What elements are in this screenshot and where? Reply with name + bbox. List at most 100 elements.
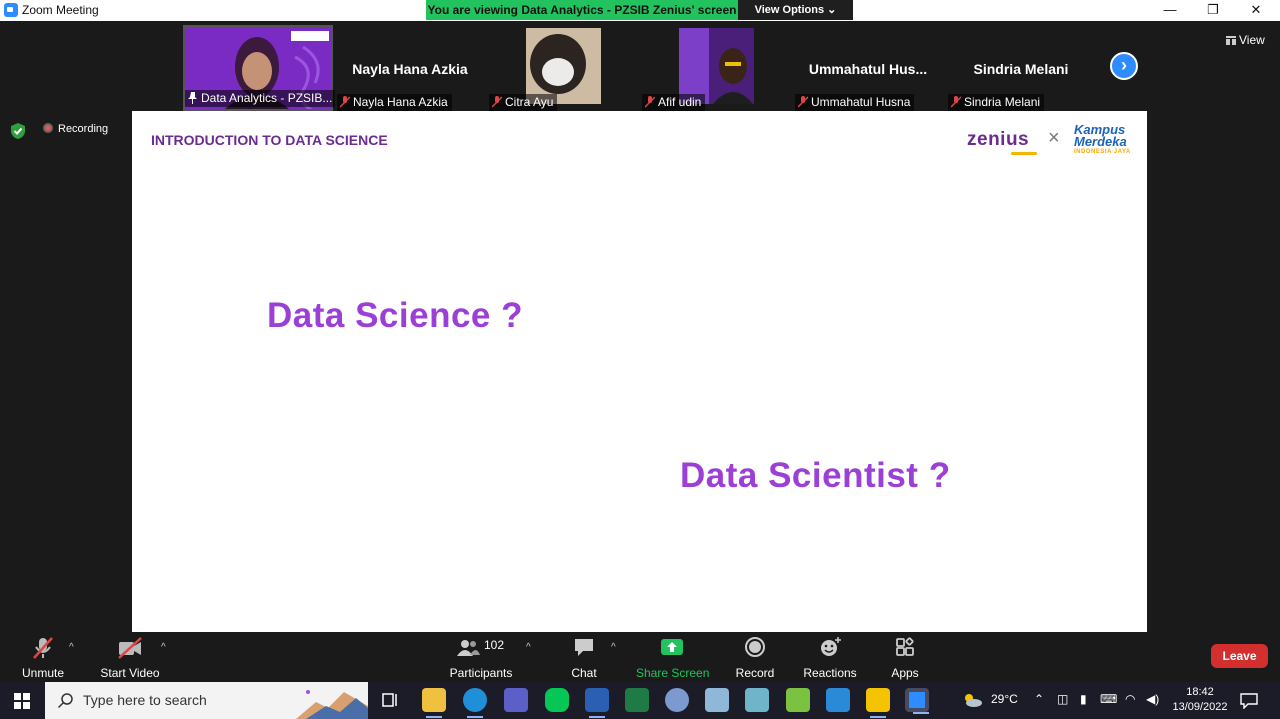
volume-icon[interactable]: ◀) [1146,692,1159,706]
view-layout-button[interactable]: View [1226,33,1265,47]
share-screen-button[interactable]: Share Screen [636,636,709,680]
recording-indicator[interactable]: Recording [43,123,108,135]
participants-options-caret[interactable]: ^ [526,642,531,653]
start-video-label: Start Video [100,666,160,680]
wifi-icon[interactable]: ◠ [1125,692,1135,706]
reactions-label: Reactions [803,666,857,680]
windows-taskbar: Type here to search 29°C ⌃ ◫ ▮ ⌨ ◠ ◀) 18… [0,682,1280,719]
participant-label: Afif udin [642,94,706,111]
next-page-button[interactable]: › [1110,52,1138,80]
microphone-icon[interactable]: ▮ [1080,692,1087,706]
participant-display-name: Nayla Hana Azkia [352,61,468,77]
taskbar-clock[interactable]: 18:42 13/09/2022 [1170,685,1230,715]
participants-button[interactable]: 102 Participants [448,636,514,680]
participant-label: Data Analytics - PZSIB... [185,90,337,107]
chat-button[interactable]: Chat [567,636,601,680]
word-icon[interactable] [585,688,609,718]
record-icon [745,637,765,657]
temperature[interactable]: 29°C [991,692,1018,706]
sticky-notes-icon[interactable] [866,688,890,718]
zenius-logo: zenius [967,129,1037,155]
vscode-icon[interactable] [826,688,850,712]
line-app-icon[interactable] [545,688,569,712]
notifications-icon[interactable] [1240,693,1258,709]
unmute-button[interactable]: Unmute [18,636,68,680]
taskbar-search-input[interactable]: Type here to search [45,682,368,719]
input-method-icon[interactable]: ⌨ [1100,692,1117,706]
video-options-caret[interactable]: ^ [161,642,166,653]
chart-app-icon[interactable] [745,688,769,712]
muted-mic-icon [340,96,350,108]
participant-thumb[interactable]: Nayla Hana Azkia Nayla Hana Azkia [335,25,485,111]
participants-label: Participants [449,666,513,680]
kampus-merdeka-line2: Merdeka [1074,134,1127,149]
view-label: View [1239,33,1265,47]
participant-display-name: Ummahatul Hus... [808,61,928,77]
reactions-button[interactable]: Reactions [803,636,857,680]
participant-name: Citra Ayu [505,95,554,109]
share-screen-icon [661,639,683,655]
slide-question-2: Data Scientist ? [680,456,951,495]
leave-button[interactable]: Leave [1211,644,1268,668]
meet-now-icon[interactable]: ◫ [1057,692,1068,706]
apps-label: Apps [891,666,919,680]
search-icon [57,693,73,709]
windows-start-icon[interactable] [14,693,30,709]
participant-name: Nayla Hana Azkia [353,95,448,109]
stats-app-icon[interactable] [786,688,810,712]
minimize-button[interactable]: — [1149,0,1191,21]
record-button[interactable]: Record [734,636,776,680]
clock-time: 18:42 [1186,686,1214,698]
audio-options-caret[interactable]: ^ [69,642,74,653]
view-options-label: View Options [754,4,825,16]
chevron-right-icon: › [1121,55,1127,75]
security-shield-icon[interactable] [10,122,26,140]
weather-icon[interactable] [961,692,983,708]
participant-label: Citra Ayu [489,94,558,111]
chat-icon [575,639,593,656]
chat-options-caret[interactable]: ^ [611,642,616,653]
recording-label: Recording [58,123,109,135]
window-titlebar: Zoom Meeting You are viewing Data Analyt… [0,0,1280,21]
clock-date: 13/09/2022 [1172,701,1228,713]
pin-icon [188,92,197,104]
restore-button[interactable]: ❐ [1192,0,1234,21]
record-dot-icon [43,123,53,133]
excel-icon[interactable] [625,688,649,712]
edge-browser-icon[interactable] [463,688,487,718]
app-icon[interactable] [705,688,729,712]
file-explorer-icon[interactable] [422,688,446,718]
participant-thumb[interactable]: Afif udin [640,25,790,111]
muted-mic-icon [951,96,961,108]
apps-icon [896,637,914,656]
collab-x-mark: × [1048,127,1060,149]
view-options-button[interactable]: View Options ⌄ [738,0,853,20]
reactions-icon [821,637,841,656]
zoom-app-icon [4,3,18,17]
participant-label: Ummahatul Husna [795,94,915,111]
participant-label: Sindria Melani [948,94,1045,111]
participant-thumb[interactable]: Sindria Melani Sindria Melani [946,25,1096,111]
close-button[interactable]: ✕ [1235,0,1277,21]
video-feed [526,28,601,104]
window-title: Zoom Meeting [22,3,99,17]
apps-button[interactable]: Apps [888,636,922,680]
task-view-icon[interactable] [378,688,402,712]
participant-thumb-host[interactable]: Data Analytics - PZSIB... [183,25,337,111]
video-feed [679,28,754,104]
participant-thumb[interactable]: Citra Ayu [487,25,637,111]
muted-mic-icon [33,637,53,659]
chat-label: Chat [571,666,597,680]
muted-mic-icon [798,96,808,108]
r-app-icon[interactable] [665,688,689,712]
teams-icon[interactable] [504,688,528,712]
kampus-merdeka-logo: Kampus Merdeka INDONESIA JAYA [1074,123,1131,156]
video-off-icon [118,637,142,659]
start-video-button[interactable]: Start Video [100,636,160,680]
tray-chevron-icon[interactable]: ⌃ [1034,692,1044,706]
participant-thumb[interactable]: Ummahatul Hus... Ummahatul Husna [793,25,943,111]
participant-name: Afif udin [658,95,702,109]
slide-question-1: Data Science ? [267,296,523,335]
zoom-taskbar-icon[interactable] [905,688,929,714]
participant-video-image [679,28,754,104]
